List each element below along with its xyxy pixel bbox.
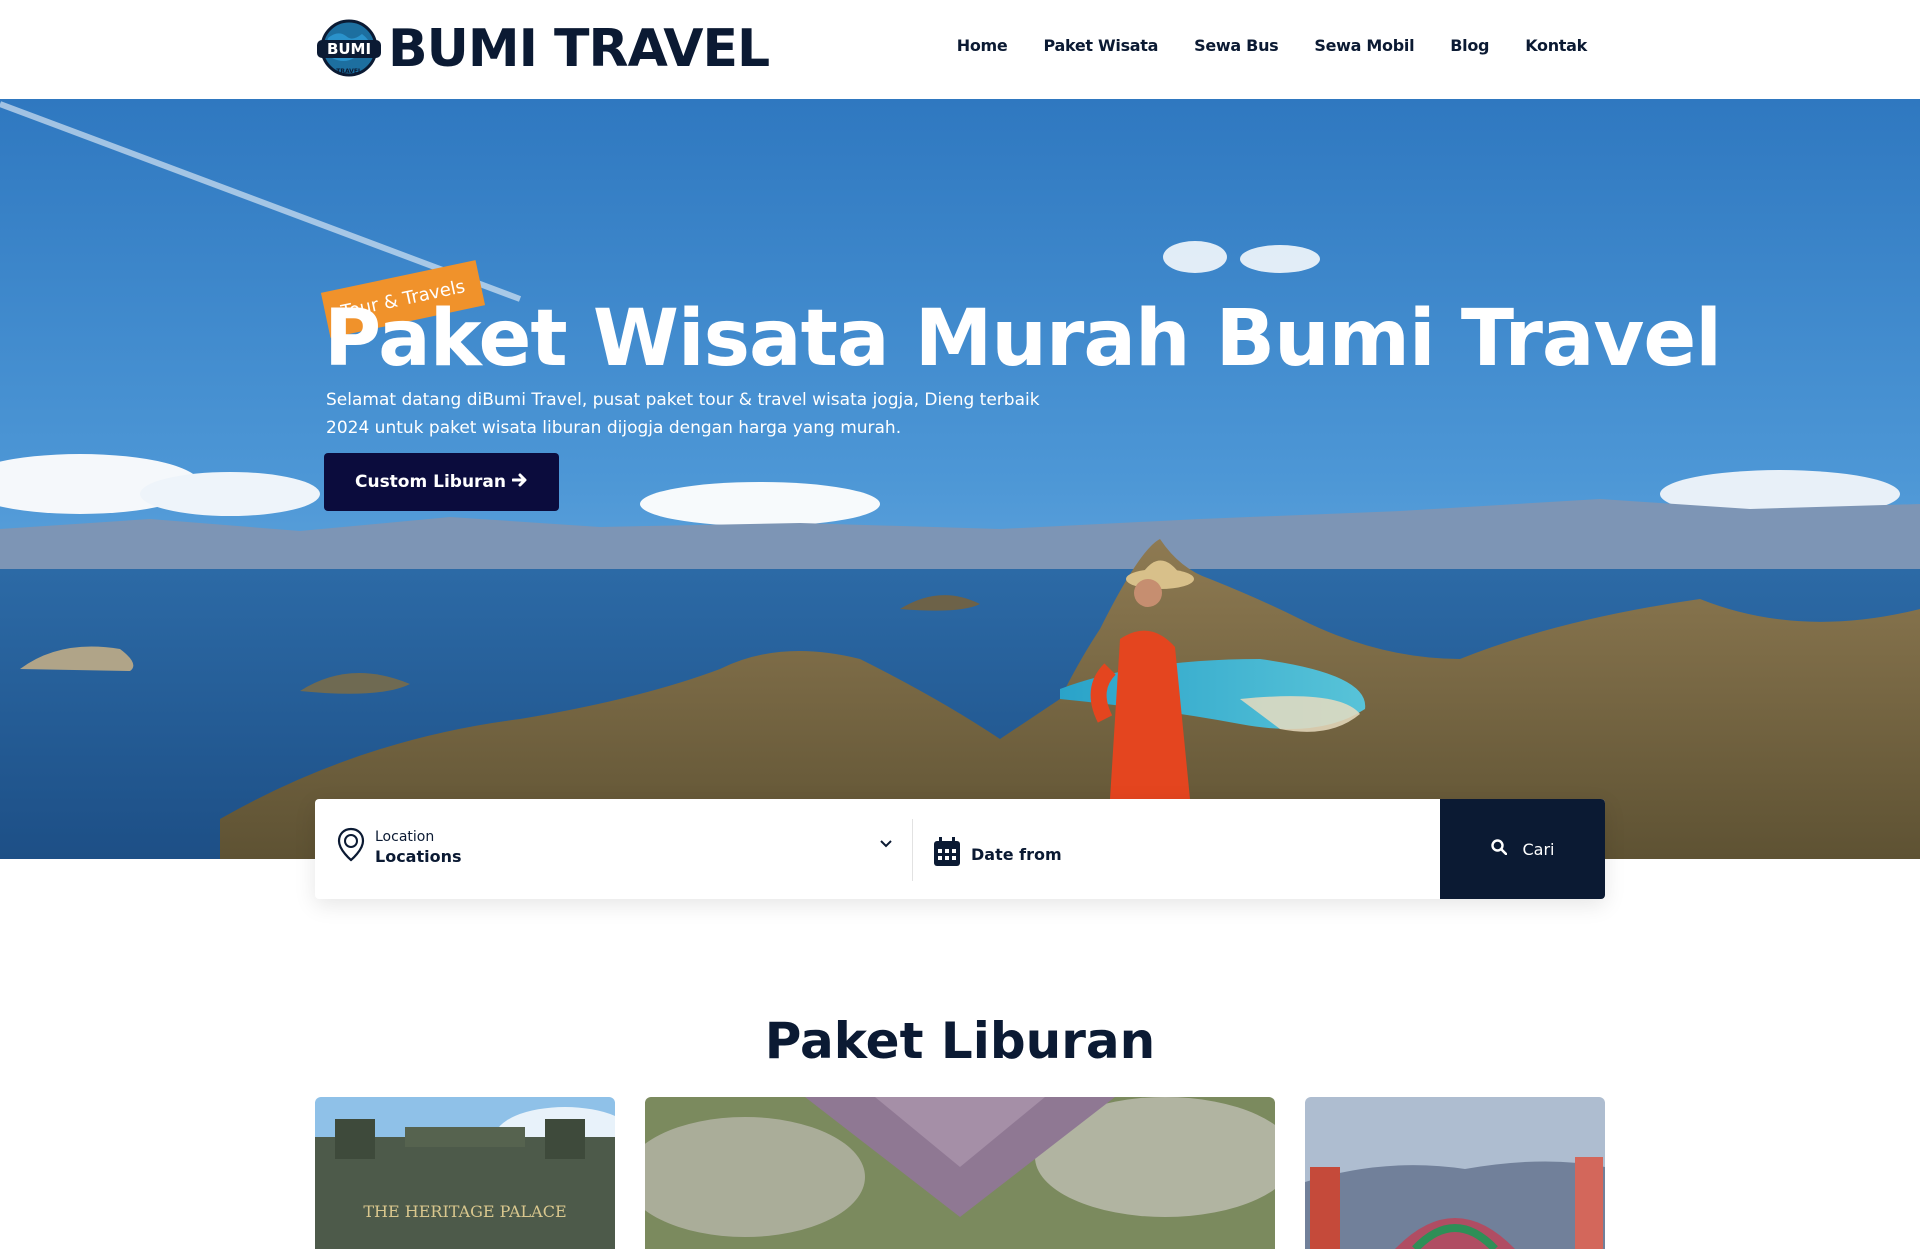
location-icon — [337, 827, 365, 868]
site-header: BUMI TRAVEL BUMI TRAVEL Home Paket Wisat… — [0, 0, 1920, 99]
custom-liburan-label: Custom Liburan — [354, 472, 507, 492]
nav-kontak[interactable]: Kontak — [1525, 36, 1587, 55]
calendar-icon — [933, 837, 961, 871]
field-divider — [912, 819, 913, 881]
package-card[interactable]: THE HERITAGE PALACE — [315, 1097, 615, 1249]
nav-paket-wisata[interactable]: Paket Wisata — [1043, 36, 1158, 55]
hero-section: Tour & Travels Paket Wisata Murah Bumi T… — [0, 99, 1920, 859]
hero-background-image — [0, 99, 1920, 859]
search-button-label: Cari — [1522, 839, 1555, 859]
nav-blog[interactable]: Blog — [1450, 36, 1489, 55]
custom-liburan-button[interactable]: Custom Liburan — [324, 453, 559, 511]
package-card-image — [1305, 1097, 1605, 1249]
hero-title: Paket Wisata Murah Bumi Travel — [324, 294, 1722, 384]
chevron-down-icon[interactable] — [880, 835, 892, 853]
logo-badge-sub: TRAVEL — [336, 68, 362, 75]
arrow-right-icon — [511, 472, 528, 492]
logo-text: BUMI TRAVEL — [388, 19, 770, 79]
search-button[interactable]: Cari — [1440, 799, 1605, 899]
nav-sewa-mobil[interactable]: Sewa Mobil — [1314, 36, 1414, 55]
search-bar: Location Locations Date from Cari — [315, 799, 1605, 899]
logo-badge-text: BUMI — [327, 40, 371, 58]
card-sign-text: THE HERITAGE PALACE — [363, 1202, 566, 1221]
hero-subtitle-line-1: Selamat datang diBumi Travel, pusat pake… — [326, 390, 1040, 410]
location-field[interactable]: Location Locations — [337, 827, 462, 868]
hero-subtitle-line-2: 2024 untuk paket wisata liburan dijogja … — [326, 418, 902, 438]
package-card-image: THE HERITAGE PALACE — [315, 1097, 615, 1249]
date-from-field[interactable]: Date from — [933, 837, 1062, 871]
package-card[interactable] — [645, 1097, 1275, 1249]
package-card-image — [645, 1097, 1275, 1249]
location-label: Location — [375, 829, 435, 845]
package-card[interactable] — [1305, 1097, 1605, 1249]
main-nav: Home Paket Wisata Sewa Bus Sewa Mobil Bl… — [957, 36, 1588, 55]
section-title: Paket Liburan — [764, 1012, 1156, 1070]
date-from-label: Date from — [971, 844, 1062, 864]
hero-subtitle: Selamat datang diBumi Travel, pusat pake… — [326, 386, 1046, 442]
search-icon — [1490, 839, 1507, 859]
site-logo[interactable]: BUMI TRAVEL BUMI TRAVEL — [314, 18, 770, 80]
nav-home[interactable]: Home — [957, 36, 1008, 55]
nav-sewa-bus[interactable]: Sewa Bus — [1194, 36, 1279, 55]
logo-badge-icon: BUMI TRAVEL — [314, 18, 384, 80]
location-value: Locations — [375, 847, 462, 866]
